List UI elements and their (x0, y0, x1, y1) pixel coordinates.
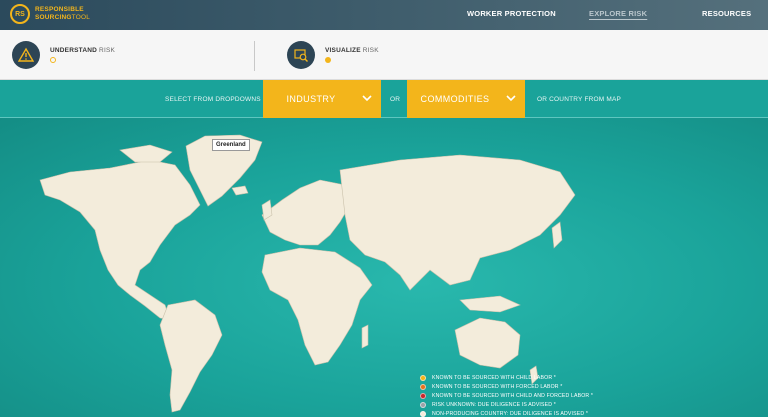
country-iceland[interactable] (231, 185, 249, 196)
step-visualize-indicator (325, 57, 331, 63)
nav-resources[interactable]: RESOURCES (702, 9, 751, 18)
chevron-down-icon (506, 95, 516, 102)
logo-line-1: RESPONSIBLE (35, 6, 84, 13)
world-map-svg (39, 134, 576, 413)
steps-divider (254, 41, 255, 71)
region-north-america[interactable] (39, 159, 201, 321)
step-visualize-button[interactable] (287, 41, 315, 69)
commodities-dropdown-label: COMMODITIES (420, 94, 490, 104)
legend-item-non-producing: NON-PRODUCING COUNTRY: DUE DILIGENCE IS … (420, 409, 593, 417)
logo-line-2-bold: SOURCING (35, 14, 72, 21)
nav-explore-risk[interactable]: EXPLORE RISK (589, 9, 647, 18)
filter-prompt: SELECT FROM DROPDOWNS (165, 96, 261, 103)
chevron-down-icon (362, 95, 372, 102)
logo-line-2: SOURCINGTOOL (35, 14, 90, 22)
logo-line-2-thin: TOOL (71, 14, 91, 21)
region-africa[interactable] (261, 247, 373, 366)
legend-dot-child-and-forced-labor (420, 392, 426, 399)
legend-dot-forced-labor (420, 383, 426, 390)
warning-icon (18, 47, 34, 62)
country-japan[interactable] (551, 221, 563, 249)
legend-item-child-labor: KNOWN TO BE SOURCED WITH CHILD LABOR * (420, 373, 593, 382)
region-maritime-southeast-asia[interactable] (459, 295, 521, 313)
legend-dot-non-producing (420, 410, 426, 417)
commodities-dropdown[interactable]: COMMODITIES (407, 80, 525, 118)
legend-label-child-and-forced-labor: KNOWN TO BE SOURCED WITH CHILD AND FORCE… (432, 392, 594, 399)
map-legend: KNOWN TO BE SOURCED WITH CHILD LABOR * K… (420, 373, 593, 417)
step-understand-indicator (50, 57, 56, 63)
legend-label-non-producing: NON-PRODUCING COUNTRY: DUE DILIGENCE IS … (432, 410, 588, 417)
world-map[interactable] (0, 118, 768, 417)
step-understand-bold: UNDERSTAND (50, 47, 98, 54)
country-tooltip: Greenland (212, 139, 250, 151)
map-search-icon (294, 49, 308, 62)
filter-or-label: OR (390, 96, 401, 103)
filter-country-text: OR COUNTRY FROM MAP (537, 96, 622, 103)
logo-mark: RS (10, 4, 30, 24)
region-europe[interactable] (261, 179, 351, 246)
step-visualize-title[interactable]: VISUALIZE RISK (325, 47, 379, 54)
step-visualize-light: RISK (362, 47, 379, 54)
legend-dot-risk-unknown (420, 401, 426, 408)
filter-bar (0, 80, 768, 118)
country-australia[interactable] (454, 317, 521, 369)
legend-item-child-and-forced-labor: KNOWN TO BE SOURCED WITH CHILD AND FORCE… (420, 391, 593, 400)
legend-label-child-labor: KNOWN TO BE SOURCED WITH CHILD LABOR * (432, 374, 556, 381)
region-asia[interactable] (339, 154, 576, 291)
industry-dropdown[interactable]: INDUSTRY (263, 80, 381, 118)
legend-label-risk-unknown: RISK UNKNOWN: DUE DILIGENCE IS ADVISED * (432, 401, 556, 408)
step-understand-light: RISK (99, 47, 116, 54)
industry-dropdown-label: INDUSTRY (286, 94, 336, 104)
step-understand-button[interactable] (12, 41, 40, 69)
step-visualize-bold: VISUALIZE (325, 47, 361, 54)
country-madagascar[interactable] (361, 324, 369, 349)
nav-worker-protection[interactable]: WORKER PROTECTION (467, 9, 556, 18)
top-navigation-bar: RS RESPONSIBLE SOURCINGTOOL WORKER PROTE… (0, 0, 768, 30)
legend-dot-child-labor (420, 374, 426, 381)
step-understand-title[interactable]: UNDERSTAND RISK (50, 47, 115, 54)
region-arctic-islands[interactable] (119, 144, 173, 163)
legend-item-forced-labor: KNOWN TO BE SOURCED WITH FORCED LABOR * (420, 382, 593, 391)
region-south-america[interactable] (159, 299, 223, 413)
logo-text: RESPONSIBLE SOURCINGTOOL (35, 6, 90, 22)
logo[interactable]: RS RESPONSIBLE SOURCINGTOOL (10, 4, 90, 24)
legend-label-forced-labor: KNOWN TO BE SOURCED WITH FORCED LABOR * (432, 383, 563, 390)
steps-bar (0, 30, 768, 80)
legend-item-risk-unknown: RISK UNKNOWN: DUE DILIGENCE IS ADVISED * (420, 400, 593, 409)
